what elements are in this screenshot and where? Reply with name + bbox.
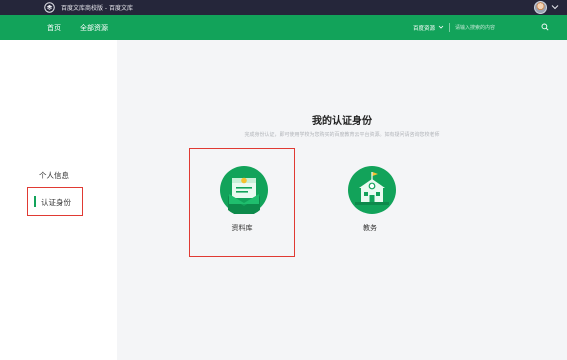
main-content: 我的认证身份 完成身份认证，即可使用学校为您购买的百度教育云平台资源。如有疑问请… [117, 40, 567, 360]
library-card[interactable]: 资料库 [189, 148, 295, 257]
chevron-down-icon[interactable] [551, 3, 559, 11]
nav-home-link[interactable]: 首页 [47, 23, 61, 33]
document-library-icon [220, 166, 268, 214]
nav-all-resources-link[interactable]: 全部资源 [80, 23, 108, 33]
sidebar: 个人信息 认证身份 [0, 40, 117, 360]
page-title: 我的认证身份 [312, 116, 372, 127]
page-subtitle: 完成身份认证，即可使用学校为您购买的百度教育云平台资源。如有疑问请咨询您校老师 [244, 132, 440, 138]
card-label: 资料库 [231, 224, 253, 232]
sidebar-item-label: 认证身份 [41, 198, 71, 207]
sidebar-item-profile[interactable]: 个人信息 [39, 170, 69, 181]
main-navbar: 首页 全部资源 百度资源 [0, 15, 567, 40]
search-input[interactable] [455, 23, 535, 33]
category-dropdown[interactable]: 百度资源 [413, 24, 435, 32]
brand-title[interactable]: 百度文库商校版 - 百度文库 [61, 3, 133, 12]
card-label: 教务 [363, 224, 377, 232]
baidu-wenku-logo-icon[interactable] [44, 2, 55, 13]
academic-affairs-card[interactable]: 教务 [317, 148, 423, 257]
top-bar: 百度文库商校版 - 百度文库 [0, 0, 567, 15]
school-building-icon [348, 166, 396, 214]
active-indicator [34, 196, 36, 207]
search-icon[interactable] [541, 23, 549, 31]
nav-divider [449, 23, 450, 32]
sidebar-item-auth[interactable]: 认证身份 [27, 187, 83, 216]
chevron-down-icon[interactable] [438, 24, 444, 30]
avatar[interactable] [534, 1, 547, 14]
